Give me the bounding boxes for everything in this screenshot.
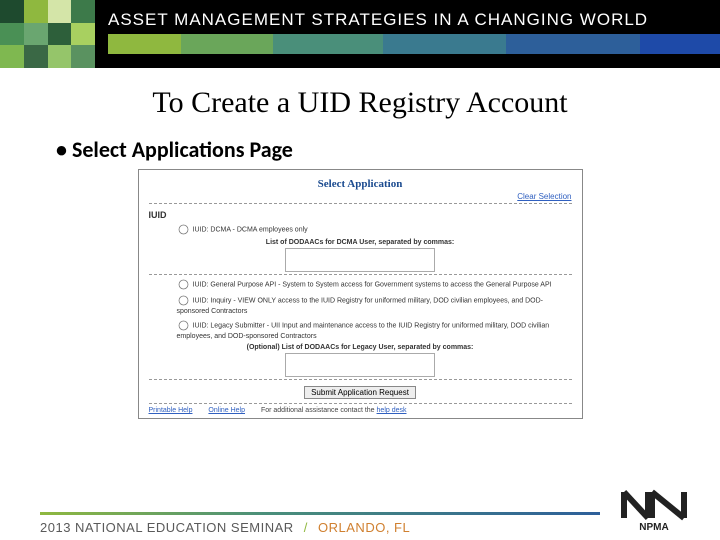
radio-label: IUID: DCMA - DCMA employees only <box>193 226 308 233</box>
legacy-dodaac-textarea[interactable] <box>285 353 435 377</box>
radio-input[interactable] <box>178 280 188 290</box>
dcma-dodaac-textarea[interactable] <box>285 248 435 272</box>
embedded-screenshot: Select Application Clear Selection IUID … <box>138 169 583 419</box>
help-desk-link[interactable]: help desk <box>377 407 407 414</box>
radio-input[interactable] <box>178 225 188 235</box>
radio-option-inquiry[interactable]: IUID: Inquiry - VIEW ONLY access to the … <box>177 294 572 316</box>
radio-label: IUID: General Purpose API - System to Sy… <box>193 281 552 288</box>
npma-logo: NPMA <box>618 488 690 532</box>
footer-stripe <box>40 512 600 515</box>
printable-help-link[interactable]: Printable Help <box>149 407 193 414</box>
footer-location: ORLANDO, FL <box>318 520 410 535</box>
header-bar: ASSET MANAGEMENT STRATEGIES IN A CHANGIN… <box>0 0 720 68</box>
help-bar: Printable Help Online Help For additiona… <box>149 403 572 414</box>
divider <box>149 203 572 204</box>
online-help-link[interactable]: Online Help <box>208 407 245 414</box>
header-mosaic <box>0 0 95 68</box>
help-assist-text: For additional assistance contact the <box>261 407 377 414</box>
app-screenshot-title: Select Application <box>149 178 572 190</box>
section-label: IUID <box>149 210 167 220</box>
footer-text: 2013 NATIONAL EDUCATION SEMINAR / ORLAND… <box>40 520 410 535</box>
header-title: ASSET MANAGEMENT STRATEGIES IN A CHANGIN… <box>108 10 648 30</box>
radio-option-dcma[interactable]: IUID: DCMA - DCMA employees only <box>177 223 572 236</box>
radio-label: IUID: Legacy Submitter - UII Input and m… <box>177 322 550 340</box>
logo-text: NPMA <box>639 522 668 532</box>
footer-separator: / <box>304 520 308 535</box>
legacy-list-label: (Optional) List of DODAACs for Legacy Us… <box>149 344 572 351</box>
divider <box>149 379 572 380</box>
dcma-list-label: List of DODAACs for DCMA User, separated… <box>149 239 572 246</box>
radio-label: IUID: Inquiry - VIEW ONLY access to the … <box>177 297 544 315</box>
radio-option-legacy[interactable]: IUID: Legacy Submitter - UII Input and m… <box>177 319 572 341</box>
footer: 2013 NATIONAL EDUCATION SEMINAR / ORLAND… <box>0 484 720 540</box>
submit-button[interactable]: Submit Application Request <box>304 386 416 399</box>
radio-input[interactable] <box>178 296 188 306</box>
header-stripe <box>108 34 720 54</box>
footer-event: 2013 NATIONAL EDUCATION SEMINAR <box>40 520 294 535</box>
divider <box>149 274 572 275</box>
slide-bullet: Select Applications Page <box>56 136 720 163</box>
radio-option-api[interactable]: IUID: General Purpose API - System to Sy… <box>177 278 572 291</box>
radio-input[interactable] <box>178 321 188 331</box>
clear-selection-link[interactable]: Clear Selection <box>149 192 572 201</box>
slide-title: To Create a UID Registry Account <box>0 86 720 120</box>
